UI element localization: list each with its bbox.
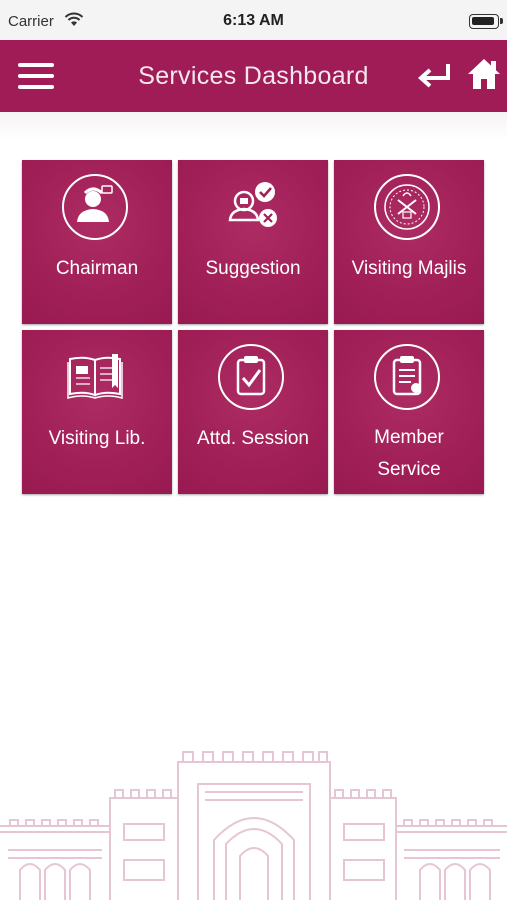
tile-chairman[interactable]: Chairman bbox=[22, 160, 172, 324]
tile-label-line: Member bbox=[374, 427, 444, 448]
home-button[interactable] bbox=[466, 57, 502, 91]
chairman-icon bbox=[62, 174, 128, 240]
fort-illustration bbox=[0, 751, 507, 900]
tile-label: Attd. Session bbox=[197, 428, 309, 449]
clipboard-list-icon bbox=[374, 344, 440, 410]
emblem-icon bbox=[374, 174, 440, 240]
battery-icon bbox=[469, 14, 503, 29]
tile-label: Visiting Majlis bbox=[351, 258, 467, 279]
tile-suggestion[interactable]: Suggestion bbox=[178, 160, 328, 324]
clipboard-check-icon bbox=[218, 344, 284, 410]
status-bar: Carrier 6:13 AM bbox=[0, 0, 507, 40]
book-icon bbox=[62, 344, 128, 410]
suggestion-icon bbox=[218, 174, 284, 240]
tile-visiting-library[interactable]: Visiting Lib. bbox=[22, 330, 172, 494]
tile-attendance-session[interactable]: Attd. Session bbox=[178, 330, 328, 494]
status-time: 6:13 AM bbox=[223, 12, 284, 29]
tile-visiting-majlis[interactable]: Visiting Majlis bbox=[334, 160, 484, 324]
tile-member-service[interactable]: Member Service bbox=[334, 330, 484, 494]
tile-label-line: Service bbox=[377, 459, 441, 480]
header-shadow-band bbox=[0, 112, 507, 140]
tile-label: Member Service bbox=[334, 422, 484, 486]
back-button[interactable] bbox=[416, 60, 452, 90]
tile-label: Suggestion bbox=[205, 258, 301, 279]
tile-label: Chairman bbox=[55, 258, 139, 279]
header-bar: Services Dashboard bbox=[0, 40, 507, 112]
tile-label: Visiting Lib. bbox=[48, 428, 146, 449]
